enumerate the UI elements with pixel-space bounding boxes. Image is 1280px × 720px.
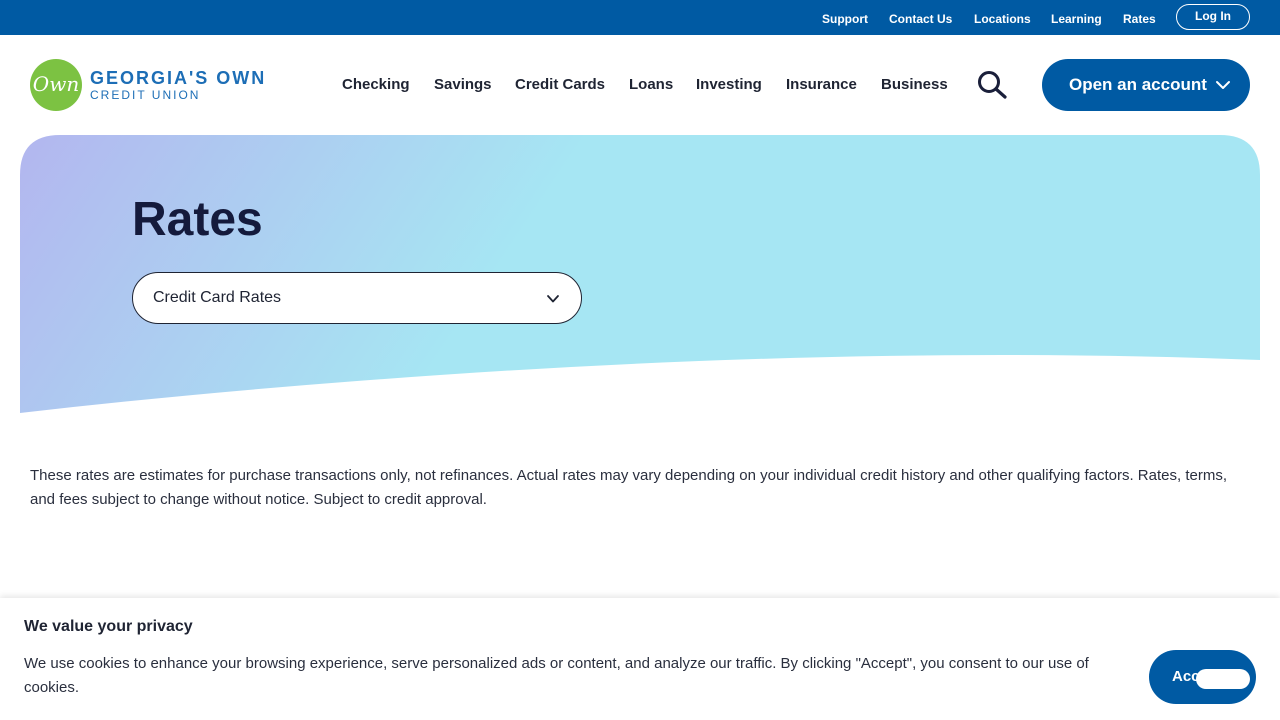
utility-link-locations[interactable]: Locations: [974, 12, 1031, 26]
nav-item-checking[interactable]: Checking: [342, 76, 410, 93]
utility-link-learning[interactable]: Learning: [1051, 12, 1102, 26]
logo-mark-text: Own: [32, 72, 80, 96]
nav-item-business[interactable]: Business: [881, 76, 948, 93]
utility-link-rates[interactable]: Rates: [1123, 12, 1156, 26]
page-title: Rates: [132, 193, 263, 246]
accept-button[interactable]: Accept: [1149, 650, 1256, 704]
accept-overlay: [1196, 669, 1250, 689]
logo-mark[interactable]: Own: [30, 59, 82, 111]
utility-link-contact-us[interactable]: Contact Us: [889, 12, 952, 26]
cookie-title: We value your privacy: [24, 618, 193, 635]
cookie-text: We use cookies to enhance your browsing …: [24, 655, 1089, 696]
rates-disclaimer: These rates are estimates for purchase t…: [30, 467, 1227, 508]
nav-item-loans[interactable]: Loans: [629, 76, 673, 93]
open-account-label: Open an account: [1069, 75, 1207, 94]
chevron-down-icon: [547, 295, 559, 303]
cookie-banner: We value your privacy We use cookies to …: [0, 598, 1280, 720]
login-button[interactable]: Log In: [1176, 4, 1250, 30]
search-icon: [978, 71, 1007, 99]
search-button[interactable]: [975, 70, 1009, 100]
nav-item-insurance[interactable]: Insurance: [786, 76, 857, 93]
select-value: Credit Card Rates: [153, 289, 282, 306]
open-account-button[interactable]: Open an account: [1042, 59, 1250, 111]
nav-item-investing[interactable]: Investing: [696, 76, 762, 93]
nav-item-savings[interactable]: Savings: [434, 76, 492, 93]
logo-name: GEORGIA'S OWN: [90, 68, 267, 88]
nav-item-credit-cards[interactable]: Credit Cards: [515, 76, 605, 93]
chevron-down-icon: [1216, 81, 1230, 89]
rates-category-select[interactable]: Credit Card Rates: [132, 272, 582, 324]
logo-subtitle: CREDIT UNION: [90, 88, 201, 102]
utility-link-support[interactable]: Support: [822, 12, 868, 26]
